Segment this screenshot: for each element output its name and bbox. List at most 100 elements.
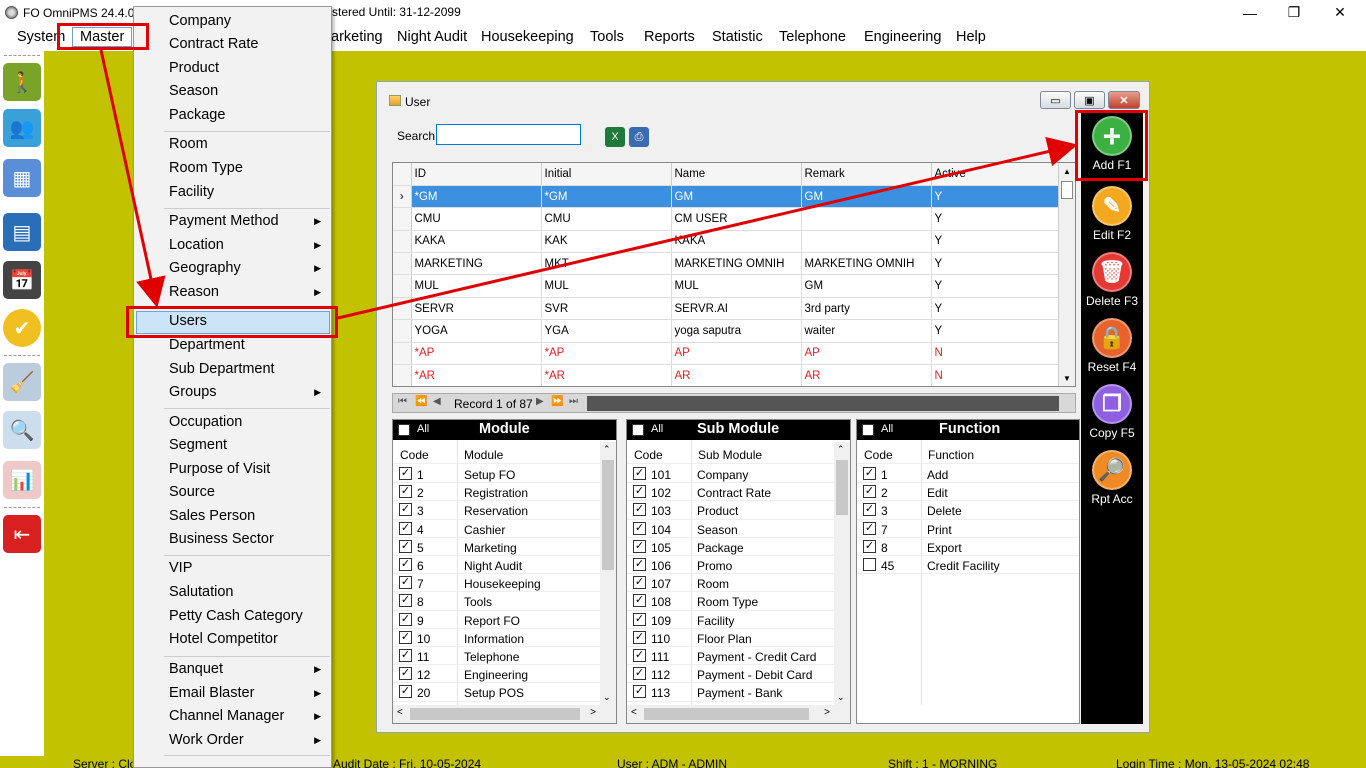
minimize-button[interactable]: — xyxy=(1227,0,1273,25)
list-item[interactable]: ✓ 2 Edit xyxy=(857,483,1079,502)
menu-item-channel-manager[interactable]: Channel Manager xyxy=(169,708,284,724)
cell-remark[interactable]: MARKETING OMNIH xyxy=(801,252,932,276)
menu-item-reason[interactable]: Reason xyxy=(169,284,219,300)
list-item[interactable]: ✓ 111 Payment - Credit Card xyxy=(627,647,850,666)
list-item[interactable]: ✓ 20 Setup POS xyxy=(393,683,616,702)
checkbox[interactable]: ✓ xyxy=(633,685,646,699)
menu-item-geography[interactable]: Geography xyxy=(169,260,241,276)
excel-export-icon[interactable]: X xyxy=(605,127,625,147)
rpt-acc-button[interactable]: 🔎 Rpt Acc xyxy=(1081,450,1143,506)
cell-initial[interactable]: *AP xyxy=(541,342,672,366)
list-item[interactable]: ✓ 105 Package xyxy=(627,538,850,556)
delete-button[interactable]: 🗑 Delete F3 xyxy=(1081,252,1143,308)
cell-active[interactable]: N xyxy=(931,342,1062,366)
table-row[interactable]: KAKA KAK KAKA Y xyxy=(393,230,1062,254)
exit-icon[interactable]: ⇤ xyxy=(3,515,41,553)
menu-item-company[interactable]: Company xyxy=(169,13,231,29)
first-record-icon[interactable]: ⏮ xyxy=(398,396,407,407)
menu-item-vip[interactable]: VIP xyxy=(169,560,192,576)
grid-horizontal-scrollbar[interactable] xyxy=(587,396,1059,411)
cell-id[interactable]: *GM xyxy=(411,185,542,209)
menu-item-payment-method[interactable]: Payment Method xyxy=(169,213,279,229)
window-close-button[interactable]: ✕ xyxy=(1108,91,1140,109)
checkbox[interactable]: ✓ xyxy=(399,521,412,535)
menu-item-sub-department[interactable]: Sub Department xyxy=(169,361,275,377)
edit-button[interactable]: ✎ Edit F2 xyxy=(1081,186,1143,242)
checkbox[interactable]: ✓ xyxy=(863,521,876,535)
cell-id[interactable]: MUL xyxy=(411,274,542,298)
checkbox[interactable]: ✓ xyxy=(399,667,412,681)
checkbox[interactable]: ✓ xyxy=(399,630,412,644)
checkbox[interactable]: ✓ xyxy=(633,594,646,608)
menu-engineering[interactable]: Engineering xyxy=(864,29,941,45)
checkbox[interactable]: ✓ xyxy=(633,521,646,535)
checkbox[interactable]: ✓ xyxy=(633,576,646,590)
row-header[interactable] xyxy=(393,364,412,386)
row-header[interactable] xyxy=(393,252,412,276)
checkbox[interactable]: ✓ xyxy=(633,667,646,681)
checkbox[interactable]: ✓ xyxy=(633,612,646,626)
table-row[interactable]: SERVR SVR SERVR.AI 3rd party Y xyxy=(393,297,1062,321)
checkbox[interactable]: ✓ xyxy=(399,485,412,499)
window-maximize-button[interactable]: ▣ xyxy=(1074,91,1105,109)
table-row[interactable]: *AR *AR AR AR N xyxy=(393,364,1062,386)
cell-id[interactable]: YOGA xyxy=(411,319,542,343)
cell-id[interactable]: KAKA xyxy=(411,230,542,254)
cell-remark[interactable] xyxy=(801,207,932,231)
module-vertical-scrollbar[interactable]: ⌃ ⌄ xyxy=(600,442,616,705)
cell-id[interactable]: SERVR xyxy=(411,297,542,321)
cell-id[interactable]: *AP xyxy=(411,342,542,366)
menu-item-work-order[interactable]: Work Order xyxy=(169,732,244,748)
menu-item-sales-person[interactable]: Sales Person xyxy=(169,508,255,524)
cell-name[interactable]: AP xyxy=(671,342,802,366)
menu-marketing[interactable]: arketing xyxy=(331,29,383,45)
cell-remark[interactable]: AR xyxy=(801,364,932,386)
menu-night-audit[interactable]: Night Audit xyxy=(397,29,467,45)
close-button[interactable]: ✕ xyxy=(1317,0,1363,25)
print-icon[interactable]: ⎙ xyxy=(629,127,649,147)
checkbox[interactable]: ✓ xyxy=(633,485,646,499)
cell-remark[interactable]: 3rd party xyxy=(801,297,932,321)
scroll-thumb[interactable] xyxy=(836,460,848,515)
checkbox[interactable]: ✓ xyxy=(863,503,876,517)
submodule-vertical-scrollbar[interactable]: ⌃ ⌄ xyxy=(834,442,850,705)
row-header[interactable] xyxy=(393,230,412,254)
column-header-id[interactable]: ID xyxy=(411,163,542,186)
cell-remark[interactable]: GM xyxy=(801,274,932,298)
copy-button[interactable]: ❐ Copy F5 xyxy=(1081,384,1143,440)
checkbox[interactable]: ✓ xyxy=(863,539,876,553)
menu-item-room-type[interactable]: Room Type xyxy=(169,160,243,176)
list-item[interactable]: ✓ 9 Report FO xyxy=(393,611,616,629)
menu-item-source[interactable]: Source xyxy=(169,484,215,500)
scroll-thumb[interactable] xyxy=(644,708,809,720)
list-item[interactable]: ✓ 3 Reservation xyxy=(393,501,616,520)
menu-item-petty-cash-category[interactable]: Petty Cash Category xyxy=(169,608,303,624)
cell-name[interactable]: SERVR.AI xyxy=(671,297,802,321)
menu-item-location[interactable]: Location xyxy=(169,237,224,253)
scroll-up-icon[interactable]: ⌃ xyxy=(603,444,611,455)
cell-name[interactable]: yoga saputra xyxy=(671,319,802,343)
checkbox[interactable] xyxy=(863,558,876,571)
checkbox[interactable]: ✓ xyxy=(863,467,876,480)
checkbox[interactable]: ✓ xyxy=(633,558,646,571)
list-item[interactable]: ✓ 102 Contract Rate xyxy=(627,483,850,502)
menu-help[interactable]: Help xyxy=(956,29,986,45)
cell-name[interactable]: AR xyxy=(671,364,802,386)
module-horizontal-scrollbar[interactable]: < > xyxy=(393,705,616,723)
cell-active[interactable]: Y xyxy=(931,319,1062,343)
list-item[interactable]: ✓ 7 Print xyxy=(857,520,1079,538)
menu-item-business-sector[interactable]: Business Sector xyxy=(169,531,274,547)
list-item[interactable]: ✓ 11 Telephone xyxy=(393,647,616,666)
list-item[interactable]: ✓ 5 Marketing xyxy=(393,538,616,556)
table-row[interactable]: MARKETING MKT MARKETING OMNIH MARKETING OMN… xyxy=(393,252,1062,276)
scroll-thumb[interactable] xyxy=(410,708,580,720)
cell-id[interactable]: MARKETING xyxy=(411,252,542,276)
cell-id[interactable]: CMU xyxy=(411,207,542,231)
menu-item-room[interactable]: Room xyxy=(169,136,208,152)
checkbox[interactable]: ✓ xyxy=(399,594,412,608)
cell-initial[interactable]: *AR xyxy=(541,364,672,386)
scroll-left-icon[interactable]: < xyxy=(397,707,403,718)
function-all-checkbox[interactable] xyxy=(862,424,874,436)
list-item[interactable]: ✓ 2 Registration xyxy=(393,483,616,502)
menu-reports[interactable]: Reports xyxy=(644,29,695,45)
